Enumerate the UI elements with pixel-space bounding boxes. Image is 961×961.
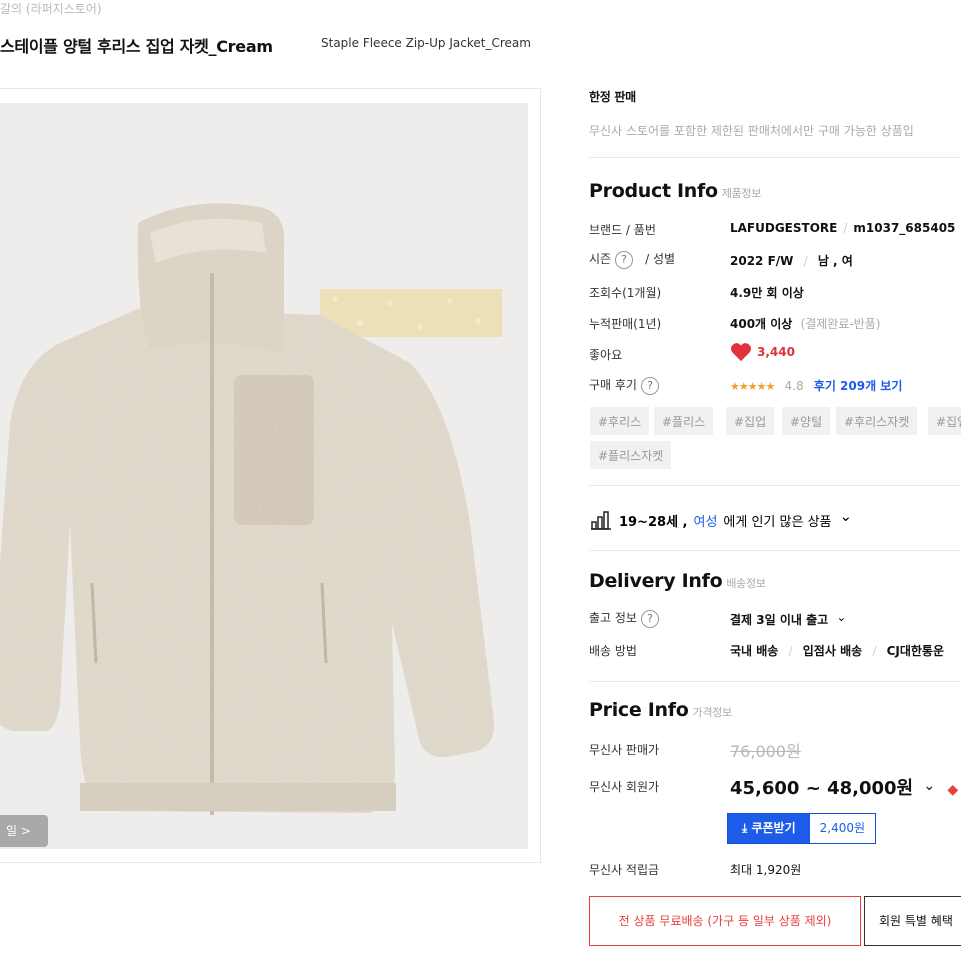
sales-note: (결제완료-반품) — [800, 317, 881, 331]
ship-label: 출고 정보 — [589, 611, 637, 625]
brand-value: LAFUDGESTORE / m1037_685405 — [730, 221, 955, 235]
gender-label: / 성별 — [645, 252, 676, 266]
rating-score: 4.8 — [784, 379, 804, 393]
down-arrow-icon: ◆ — [947, 782, 959, 798]
ship-value[interactable]: 결제 3일 이내 출고 ⌄ — [730, 610, 847, 628]
season-value: 2022 F/W / 남 , 여 — [730, 252, 853, 269]
likes-label: 좋아요 — [589, 348, 623, 362]
rating-stars: ★★★★★ — [730, 380, 775, 393]
gender: 남 , 여 — [817, 254, 853, 268]
brand-name-link[interactable]: LAFUDGESTORE — [730, 221, 837, 235]
product-image-frame: 일 > — [0, 88, 541, 863]
tag-item[interactable]: #플리스자켓 — [589, 440, 673, 470]
chevron-down-icon: ⌄ — [836, 610, 847, 624]
season: 2022 F/W — [730, 254, 794, 268]
delivery-info-sub: 배송정보 — [726, 577, 766, 590]
member-price: 45,600 ~ 48,000원 — [730, 778, 914, 799]
delivery-info-title: Delivery Info 배송정보 — [589, 570, 766, 592]
limited-title: 한정 판매 — [589, 90, 636, 104]
divider — [589, 485, 961, 486]
method-domestic: 국내 배송 — [730, 644, 779, 658]
tag-item[interactable]: #집업 — [927, 406, 961, 436]
jacket-illustration — [0, 203, 502, 815]
sales-count: 400개 이상 — [730, 317, 793, 331]
delivery-info-heading: Delivery Info — [589, 570, 723, 592]
coupon-amount: 2,400원 — [809, 814, 876, 843]
review-link[interactable]: 후기 209개 보기 — [814, 379, 903, 393]
price-info-title: Price Info 가격정보 — [589, 699, 732, 721]
image-next-button[interactable]: 일 > — [0, 815, 48, 847]
method-value: 국내 배송 / 입점사 배송 / CJ대한통운 — [730, 642, 944, 659]
help-icon[interactable]: ? — [615, 250, 634, 269]
popular-age: 19~28세 , — [619, 514, 688, 530]
method-carrier: CJ대한통운 — [886, 644, 945, 658]
tag-item[interactable]: #플리스 — [653, 406, 715, 436]
sku: m1037_685405 — [853, 221, 956, 235]
points-value: 최대 1,920원 — [730, 863, 802, 877]
sale-price: 76,000원 — [730, 742, 801, 761]
chevron-down-icon: ⌄ — [839, 507, 853, 525]
tag-item[interactable]: #후리스 — [589, 406, 651, 436]
review-label: 구매 후기 — [589, 378, 637, 392]
sale-price-label: 무신사 판매가 — [589, 743, 660, 757]
price-info-heading: Price Info — [589, 699, 689, 721]
product-info-title: Product Info 제품정보 — [589, 180, 761, 202]
method-label: 배송 방법 — [589, 644, 637, 658]
bar-chart-icon — [591, 511, 611, 530]
views-label: 조회수(1개월) — [589, 286, 662, 300]
ship-text: 결제 3일 이내 출고 — [730, 613, 829, 627]
product-image[interactable]: 일 > — [0, 103, 528, 849]
product-info-sub: 제품정보 — [721, 187, 762, 200]
brand-label: 브랜드 / 품번 — [589, 223, 656, 237]
popular-row[interactable]: 19~28세 , 여성 에게 인기 많은 상품 ⌄ — [591, 507, 853, 530]
price-info-sub: 가격정보 — [692, 706, 733, 719]
help-icon[interactable]: ? — [640, 609, 659, 628]
views-value: 4.9만 회 이상 — [730, 286, 804, 300]
divider — [589, 550, 961, 551]
tag-item[interactable]: #후리스자켓 — [835, 406, 919, 436]
breadcrumb[interactable]: 갈의 (라퍼지스토어) — [0, 0, 102, 17]
ship-label-row: 출고 정보? — [589, 609, 659, 628]
sales-label: 누적판매(1년) — [589, 317, 662, 331]
divider — [589, 157, 961, 158]
member-price-label: 무신사 회원가 — [589, 780, 660, 794]
tag-item[interactable]: #집업 — [725, 406, 776, 436]
product-title-ko: 스테이플 양털 후리스 집업 자켓_Cream — [0, 37, 273, 56]
help-icon[interactable]: ? — [640, 376, 659, 395]
product-info-heading: Product Info — [589, 180, 718, 202]
season-label-row: 시즌? / 성별 — [589, 250, 675, 269]
popular-gender: 여성 — [693, 514, 718, 530]
member-price-row[interactable]: 45,600 ~ 48,000원 ⌄ ◆ — [730, 774, 958, 800]
chevron-down-icon: ⌄ — [923, 778, 936, 794]
method-vendor: 입점사 배송 — [802, 644, 863, 658]
separator: / — [872, 644, 877, 658]
limited-desc: 무신사 스토어를 포함한 제한된 판매처에서만 구매 가능한 상품입 — [589, 124, 914, 138]
like-button[interactable]: 3,440 — [730, 342, 795, 362]
separator: / — [803, 254, 808, 268]
points-label: 무신사 적립금 — [589, 863, 660, 877]
likes-count: 3,440 — [757, 345, 795, 359]
popular-text: 에게 인기 많은 상품 — [723, 514, 832, 530]
product-title-en: Staple Fleece Zip-Up Jacket_Cream — [321, 36, 531, 50]
member-benefit-button[interactable]: 회원 특별 혜택 — [864, 896, 961, 946]
divider — [589, 681, 961, 682]
sales-value: 400개 이상 (결제완료-반품) — [730, 315, 880, 332]
free-shipping-button[interactable]: 전 상품 무료배송 (가구 등 일부 상품 제외) — [589, 896, 861, 946]
season-label: 시즌 — [589, 252, 612, 266]
heart-icon — [731, 343, 751, 362]
review-value: ★★★★★ 4.8 후기 209개 보기 — [730, 377, 902, 394]
coupon-group: ⤓ 쿠폰받기 2,400원 — [727, 813, 877, 844]
tag-item[interactable]: #양털 — [781, 406, 832, 436]
coupon-download-button[interactable]: ⤓ 쿠폰받기 — [728, 814, 810, 843]
review-label-row: 구매 후기? — [589, 376, 659, 395]
brand-separator: / — [843, 221, 848, 235]
separator: / — [788, 644, 793, 658]
